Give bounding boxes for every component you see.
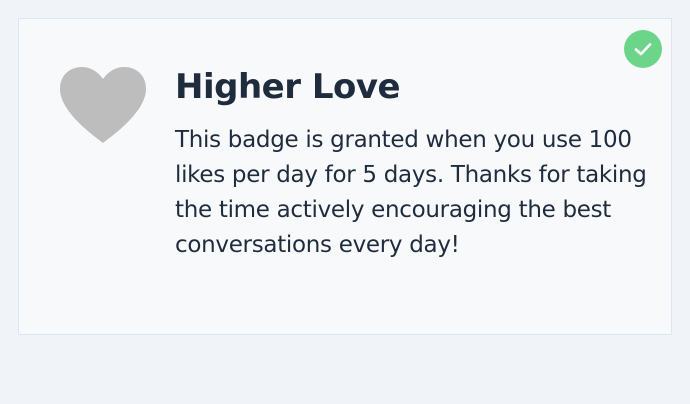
badge-description: This badge is granted when you use 100 l…	[175, 127, 647, 258]
heart-icon	[60, 67, 146, 143]
badge-card: Higher Love This badge is granted when y…	[18, 18, 672, 335]
badge-title: Higher Love	[175, 67, 401, 107]
check-icon	[634, 43, 652, 56]
badge-earned-indicator	[624, 30, 662, 68]
